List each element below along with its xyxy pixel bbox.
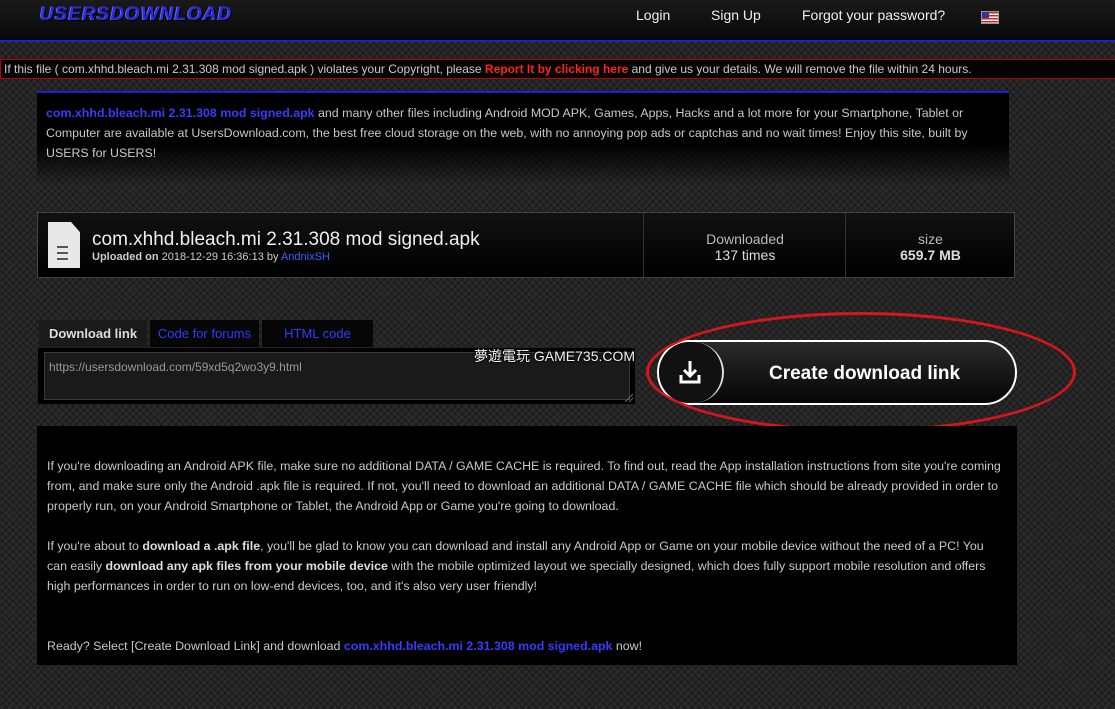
top-navigation-bar: USERSDOWNLOAD Login Sign Up Forgot your … [0,0,1115,42]
downloads-stat: Downloaded 137 times [643,213,846,277]
notice-text-after: and give us your details. We will remove… [628,62,972,76]
size-stat: size 659.7 MB [845,213,1015,277]
tab-code-for-forums[interactable]: Code for forums [150,320,259,347]
create-download-link-button[interactable]: Create download link [657,340,1017,405]
info-paragraph-1: If you're downloading an Android APK fil… [47,459,1001,513]
p3-b: now! [612,639,643,653]
icon-line [57,252,68,254]
file-info-panel: com.xhhd.bleach.mi 2.31.308 mod signed.a… [37,212,1015,278]
download-circle [659,342,724,403]
report-link[interactable]: Report It by clicking here [485,62,628,76]
document-icon [48,222,80,268]
copyright-notice: If this file ( com.xhhd.bleach.mi 2.31.3… [0,59,1115,79]
downloads-label: Downloaded [706,231,784,247]
icon-line [57,258,68,260]
info-paragraph-2: If you're about to download a .apk file,… [47,536,1007,596]
forgot-password-link[interactable]: Forgot your password? [802,7,945,23]
tab-download-link[interactable]: Download link [39,320,147,347]
notice-text-before: If this file ( com.xhhd.bleach.mi 2.31.3… [4,62,485,76]
p2-d: download any apk files from your mobile … [105,559,388,573]
tab-html-code[interactable]: HTML code [262,320,373,347]
p3-a: Ready? Select [Create Download Link] and… [47,639,344,653]
download-tray-icon [679,361,701,384]
flag-canton [982,12,989,18]
create-download-link-label: Create download link [769,363,961,384]
signup-link[interactable]: Sign Up [711,7,761,23]
downloads-value: 137 times [714,247,776,263]
uploaded-date: 2018-12-29 16:36:13 by [158,251,281,263]
size-label: size [918,231,943,247]
upload-info: Uploaded on 2018-12-29 16:36:13 by Andni… [92,251,330,263]
login-link[interactable]: Login [636,7,670,23]
info-paragraph-3: Ready? Select [Create Download Link] and… [47,636,1007,656]
icon-line [57,246,68,248]
p3-filename[interactable]: com.xhhd.bleach.mi 2.31.308 mod signed.a… [344,639,613,653]
intro-filename: com.xhhd.bleach.mi 2.31.308 mod signed.a… [46,106,315,120]
p2-b: download a .apk file [142,539,261,553]
watermark-text: 夢遊電玩 GAME735.COM [474,348,636,364]
size-value: 659.7 MB [900,247,961,263]
info-panel: If you're downloading an Android APK fil… [37,426,1017,665]
p2-a: If you're about to [47,539,143,553]
uploader-link[interactable]: AndnixSH [281,251,330,263]
file-title: com.xhhd.bleach.mi 2.31.308 mod signed.a… [92,229,480,250]
intro-panel: com.xhhd.bleach.mi 2.31.308 mod signed.a… [37,91,1009,185]
us-flag-icon[interactable] [981,11,999,24]
site-logo[interactable]: USERSDOWNLOAD [40,4,232,26]
uploaded-label: Uploaded on [92,251,159,263]
resize-grip-icon[interactable] [625,394,633,402]
